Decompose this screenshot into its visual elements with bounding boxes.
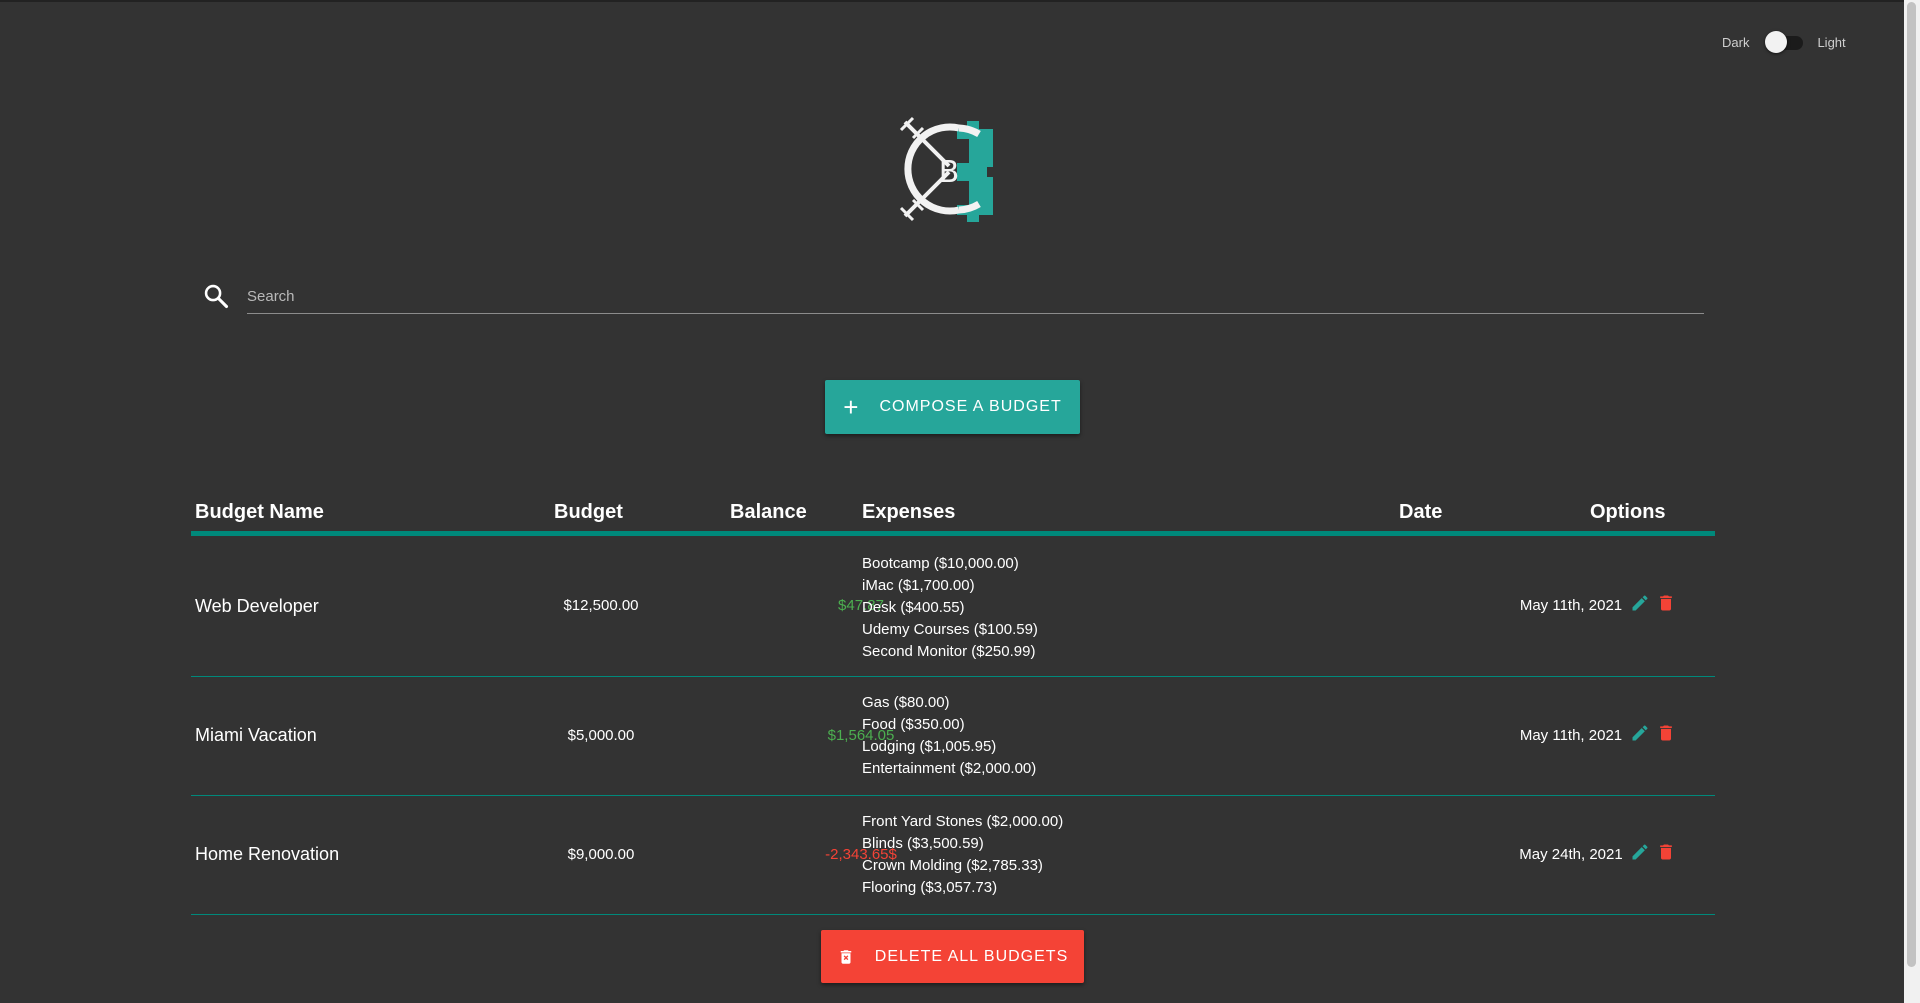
app-logo: B	[897, 116, 1007, 223]
expense-item: Blinds ($3,500.59)	[862, 835, 984, 852]
plus-icon: +	[843, 392, 860, 422]
header-balance[interactable]: Balance	[730, 501, 807, 524]
logo-letter: B	[939, 155, 960, 190]
header-expenses[interactable]: Expenses	[862, 501, 955, 524]
row-options	[1603, 593, 1703, 613]
expense-item: Second Monitor ($250.99)	[862, 643, 1036, 660]
theme-light-label: Light	[1817, 34, 1846, 50]
table-row: Home Renovation $9,000.00 -2,343.65$ Fro…	[191, 796, 1715, 915]
compose-budget-label: COMPOSE A BUDGET	[879, 398, 1062, 415]
expense-item: Gas ($80.00)	[862, 694, 950, 711]
header-options: Options	[1590, 501, 1666, 523]
budget-name: Miami Vacation	[195, 725, 317, 745]
scrollbar-thumb[interactable]	[1907, 2, 1916, 967]
search-icon[interactable]	[202, 282, 230, 310]
header-budget[interactable]: Budget	[554, 501, 623, 524]
pencil-icon[interactable]	[1630, 842, 1650, 862]
theme-switch[interactable]	[1765, 31, 1805, 53]
pencil-icon[interactable]	[1630, 593, 1650, 613]
row-options	[1603, 842, 1703, 862]
search-bar	[202, 274, 1704, 318]
expense-item: iMac ($1,700.00)	[862, 577, 975, 594]
search-input[interactable]	[247, 280, 1704, 314]
expense-item: Desk ($400.55)	[862, 599, 965, 616]
expense-item: Entertainment ($2,000.00)	[862, 760, 1037, 777]
budget-name: Web Developer	[195, 596, 319, 616]
trash-icon[interactable]	[1656, 723, 1676, 743]
table-header: Budget Name Budget Balance Expenses Date…	[191, 495, 1715, 536]
trash-icon	[840, 949, 852, 964]
header-budget-name[interactable]: Budget Name	[195, 501, 324, 524]
pencil-icon[interactable]	[1630, 723, 1650, 743]
budget-amount: $12,500.00	[563, 597, 639, 614]
table-row: Web Developer $12,500.00 $47.87 Bootcamp…	[191, 536, 1715, 677]
expense-item: Food ($350.00)	[862, 716, 965, 733]
budget-name: Home Renovation	[195, 844, 340, 864]
expense-item: Front Yard Stones ($2,000.00)	[862, 813, 1064, 830]
expenses-list: Bootcamp ($10,000.00) iMac ($1,700.00) D…	[862, 553, 1038, 663]
trash-icon[interactable]	[1656, 842, 1676, 862]
logo-icon: B	[899, 116, 993, 223]
expense-item: Crown Molding ($2,785.33)	[862, 857, 1043, 874]
budget-amount: $9,000.00	[567, 846, 635, 863]
window-top-border	[0, 0, 1920, 2]
row-options	[1603, 723, 1703, 743]
page-scrollbar[interactable]	[1904, 0, 1920, 1003]
expense-item: Flooring ($3,057.73)	[862, 879, 998, 896]
theme-toggle[interactable]: Dark Light	[1722, 31, 1846, 53]
table-row: Miami Vacation $5,000.00 $1,564.05 Gas (…	[191, 677, 1715, 796]
delete-all-budgets-button[interactable]: DELETE ALL BUDGETS	[821, 930, 1084, 983]
budget-table: Budget Name Budget Balance Expenses Date…	[191, 495, 1715, 915]
expenses-list: Front Yard Stones ($2,000.00) Blinds ($3…	[862, 811, 1063, 899]
delete-all-budgets-label: DELETE ALL BUDGETS	[874, 947, 1069, 965]
expense-item: Lodging ($1,005.95)	[862, 738, 997, 755]
expenses-list: Gas ($80.00) Food ($350.00) Lodging ($1,…	[862, 692, 1036, 780]
budget-amount: $5,000.00	[567, 727, 635, 744]
expense-item: Bootcamp ($10,000.00)	[862, 555, 1019, 572]
theme-dark-label: Dark	[1722, 34, 1750, 50]
compose-budget-button[interactable]: + COMPOSE A BUDGET	[825, 380, 1080, 434]
header-date[interactable]: Date	[1399, 501, 1442, 524]
trash-icon[interactable]	[1656, 593, 1676, 613]
expense-item: Udemy Courses ($100.59)	[862, 621, 1038, 638]
